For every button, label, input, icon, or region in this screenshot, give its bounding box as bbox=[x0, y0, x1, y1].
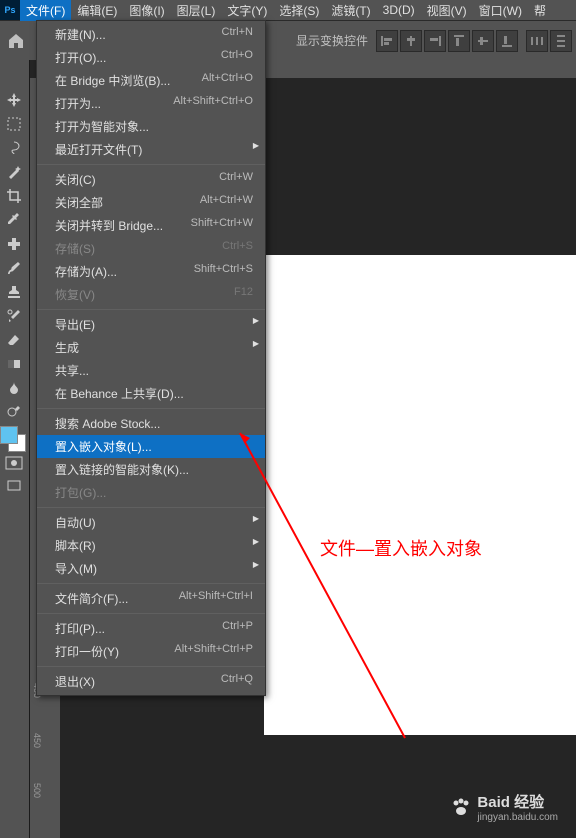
distribute-v-icon[interactable] bbox=[550, 30, 572, 52]
wand-tool-icon[interactable] bbox=[0, 160, 28, 184]
canvas-document[interactable] bbox=[264, 255, 576, 735]
menu-item[interactable]: 最近打开文件(T)▶ bbox=[37, 138, 265, 161]
menu-item[interactable]: 存储为(A)...Shift+Ctrl+S bbox=[37, 260, 265, 283]
menu-filter[interactable]: 滤镜(T) bbox=[325, 0, 376, 21]
align-bottom-icon[interactable] bbox=[496, 30, 518, 52]
menu-item[interactable]: 在 Behance 上共享(D)... bbox=[37, 382, 265, 405]
align-middle-icon[interactable] bbox=[472, 30, 494, 52]
menu-item[interactable]: 打开(O)...Ctrl+O bbox=[37, 46, 265, 69]
align-left-icon[interactable] bbox=[376, 30, 398, 52]
menubar: Ps 文件(F) 编辑(E) 图像(I) 图层(L) 文字(Y) 选择(S) 滤… bbox=[0, 0, 576, 20]
menu-item[interactable]: 置入嵌入对象(L)... bbox=[37, 435, 265, 458]
paw-icon bbox=[449, 795, 473, 819]
menu-item[interactable]: 退出(X)Ctrl+Q bbox=[37, 670, 265, 693]
menu-file[interactable]: 文件(F) bbox=[20, 0, 71, 21]
menu-item[interactable]: 关闭并转到 Bridge...Shift+Ctrl+W bbox=[37, 214, 265, 237]
annotation-text: 文件—置入嵌入对象 bbox=[320, 535, 482, 561]
watermark: Baid 经验 jingyan.baidu.com bbox=[449, 791, 558, 823]
file-menu-dropdown: 新建(N)...Ctrl+N打开(O)...Ctrl+O在 Bridge 中浏览… bbox=[36, 20, 266, 696]
quick-mask-icon[interactable] bbox=[0, 452, 28, 474]
eyedropper-tool-icon[interactable] bbox=[0, 208, 28, 232]
menu-item[interactable]: 文件简介(F)...Alt+Shift+Ctrl+I bbox=[37, 587, 265, 610]
transform-label: 显示变换控件 bbox=[296, 32, 368, 49]
home-icon[interactable] bbox=[4, 29, 28, 53]
watermark-brand: Baid 经验 bbox=[477, 791, 558, 812]
align-icons bbox=[376, 30, 518, 52]
menu-item[interactable]: 新建(N)...Ctrl+N bbox=[37, 23, 265, 46]
menu-item[interactable]: 置入链接的智能对象(K)... bbox=[37, 458, 265, 481]
blur-tool-icon[interactable] bbox=[0, 376, 28, 400]
menu-layer[interactable]: 图层(L) bbox=[171, 0, 222, 21]
menu-item[interactable]: 脚本(R)▶ bbox=[37, 534, 265, 557]
ps-logo: Ps bbox=[0, 0, 20, 20]
menu-edit[interactable]: 编辑(E) bbox=[71, 0, 123, 21]
eraser-tool-icon[interactable] bbox=[0, 328, 28, 352]
crop-tool-icon[interactable] bbox=[0, 184, 28, 208]
align-right-icon[interactable] bbox=[424, 30, 446, 52]
menu-select[interactable]: 选择(S) bbox=[273, 0, 325, 21]
screen-mode-icon[interactable] bbox=[0, 474, 28, 498]
stamp-tool-icon[interactable] bbox=[0, 280, 28, 304]
marquee-tool-icon[interactable] bbox=[0, 112, 28, 136]
brush-tool-icon[interactable] bbox=[0, 256, 28, 280]
move-tool-icon[interactable] bbox=[0, 88, 28, 112]
menu-item[interactable]: 搜索 Adobe Stock... bbox=[37, 412, 265, 435]
toolbar bbox=[0, 60, 30, 838]
menu-item[interactable]: 关闭全部Alt+Ctrl+W bbox=[37, 191, 265, 214]
distribute-icons bbox=[526, 30, 572, 52]
color-swatches[interactable] bbox=[0, 426, 26, 452]
menu-item: 打包(G)... bbox=[37, 481, 265, 504]
gradient-tool-icon[interactable] bbox=[0, 352, 28, 376]
distribute-h-icon[interactable] bbox=[526, 30, 548, 52]
menu-view[interactable]: 视图(V) bbox=[421, 0, 473, 21]
menu-3d[interactable]: 3D(D) bbox=[377, 1, 421, 19]
watermark-url: jingyan.baidu.com bbox=[477, 812, 558, 823]
dodge-tool-icon[interactable] bbox=[0, 400, 28, 424]
align-center-h-icon[interactable] bbox=[400, 30, 422, 52]
menu-item: 恢复(V)F12 bbox=[37, 283, 265, 306]
menu-item[interactable]: 在 Bridge 中浏览(B)...Alt+Ctrl+O bbox=[37, 69, 265, 92]
menu-image[interactable]: 图像(I) bbox=[123, 0, 170, 21]
lasso-tool-icon[interactable] bbox=[0, 136, 28, 160]
menu-type[interactable]: 文字(Y) bbox=[221, 0, 273, 21]
menu-item[interactable]: 自动(U)▶ bbox=[37, 511, 265, 534]
menu-item[interactable]: 打开为...Alt+Shift+Ctrl+O bbox=[37, 92, 265, 115]
menu-item[interactable]: 打印一份(Y)Alt+Shift+Ctrl+P bbox=[37, 640, 265, 663]
menu-item[interactable]: 关闭(C)Ctrl+W bbox=[37, 168, 265, 191]
menu-item[interactable]: 打印(P)...Ctrl+P bbox=[37, 617, 265, 640]
history-brush-icon[interactable] bbox=[0, 304, 28, 328]
menu-item: 存储(S)Ctrl+S bbox=[37, 237, 265, 260]
menu-item[interactable]: 共享... bbox=[37, 359, 265, 382]
healing-tool-icon[interactable] bbox=[0, 232, 28, 256]
menu-window[interactable]: 窗口(W) bbox=[473, 0, 528, 21]
menu-item[interactable]: 打开为智能对象... bbox=[37, 115, 265, 138]
menu-item[interactable]: 导出(E)▶ bbox=[37, 313, 265, 336]
align-top-icon[interactable] bbox=[448, 30, 470, 52]
fg-color-swatch[interactable] bbox=[0, 426, 18, 444]
menu-help[interactable]: 帮 bbox=[528, 0, 552, 21]
menu-item[interactable]: 导入(M)▶ bbox=[37, 557, 265, 580]
menu-item[interactable]: 生成▶ bbox=[37, 336, 265, 359]
